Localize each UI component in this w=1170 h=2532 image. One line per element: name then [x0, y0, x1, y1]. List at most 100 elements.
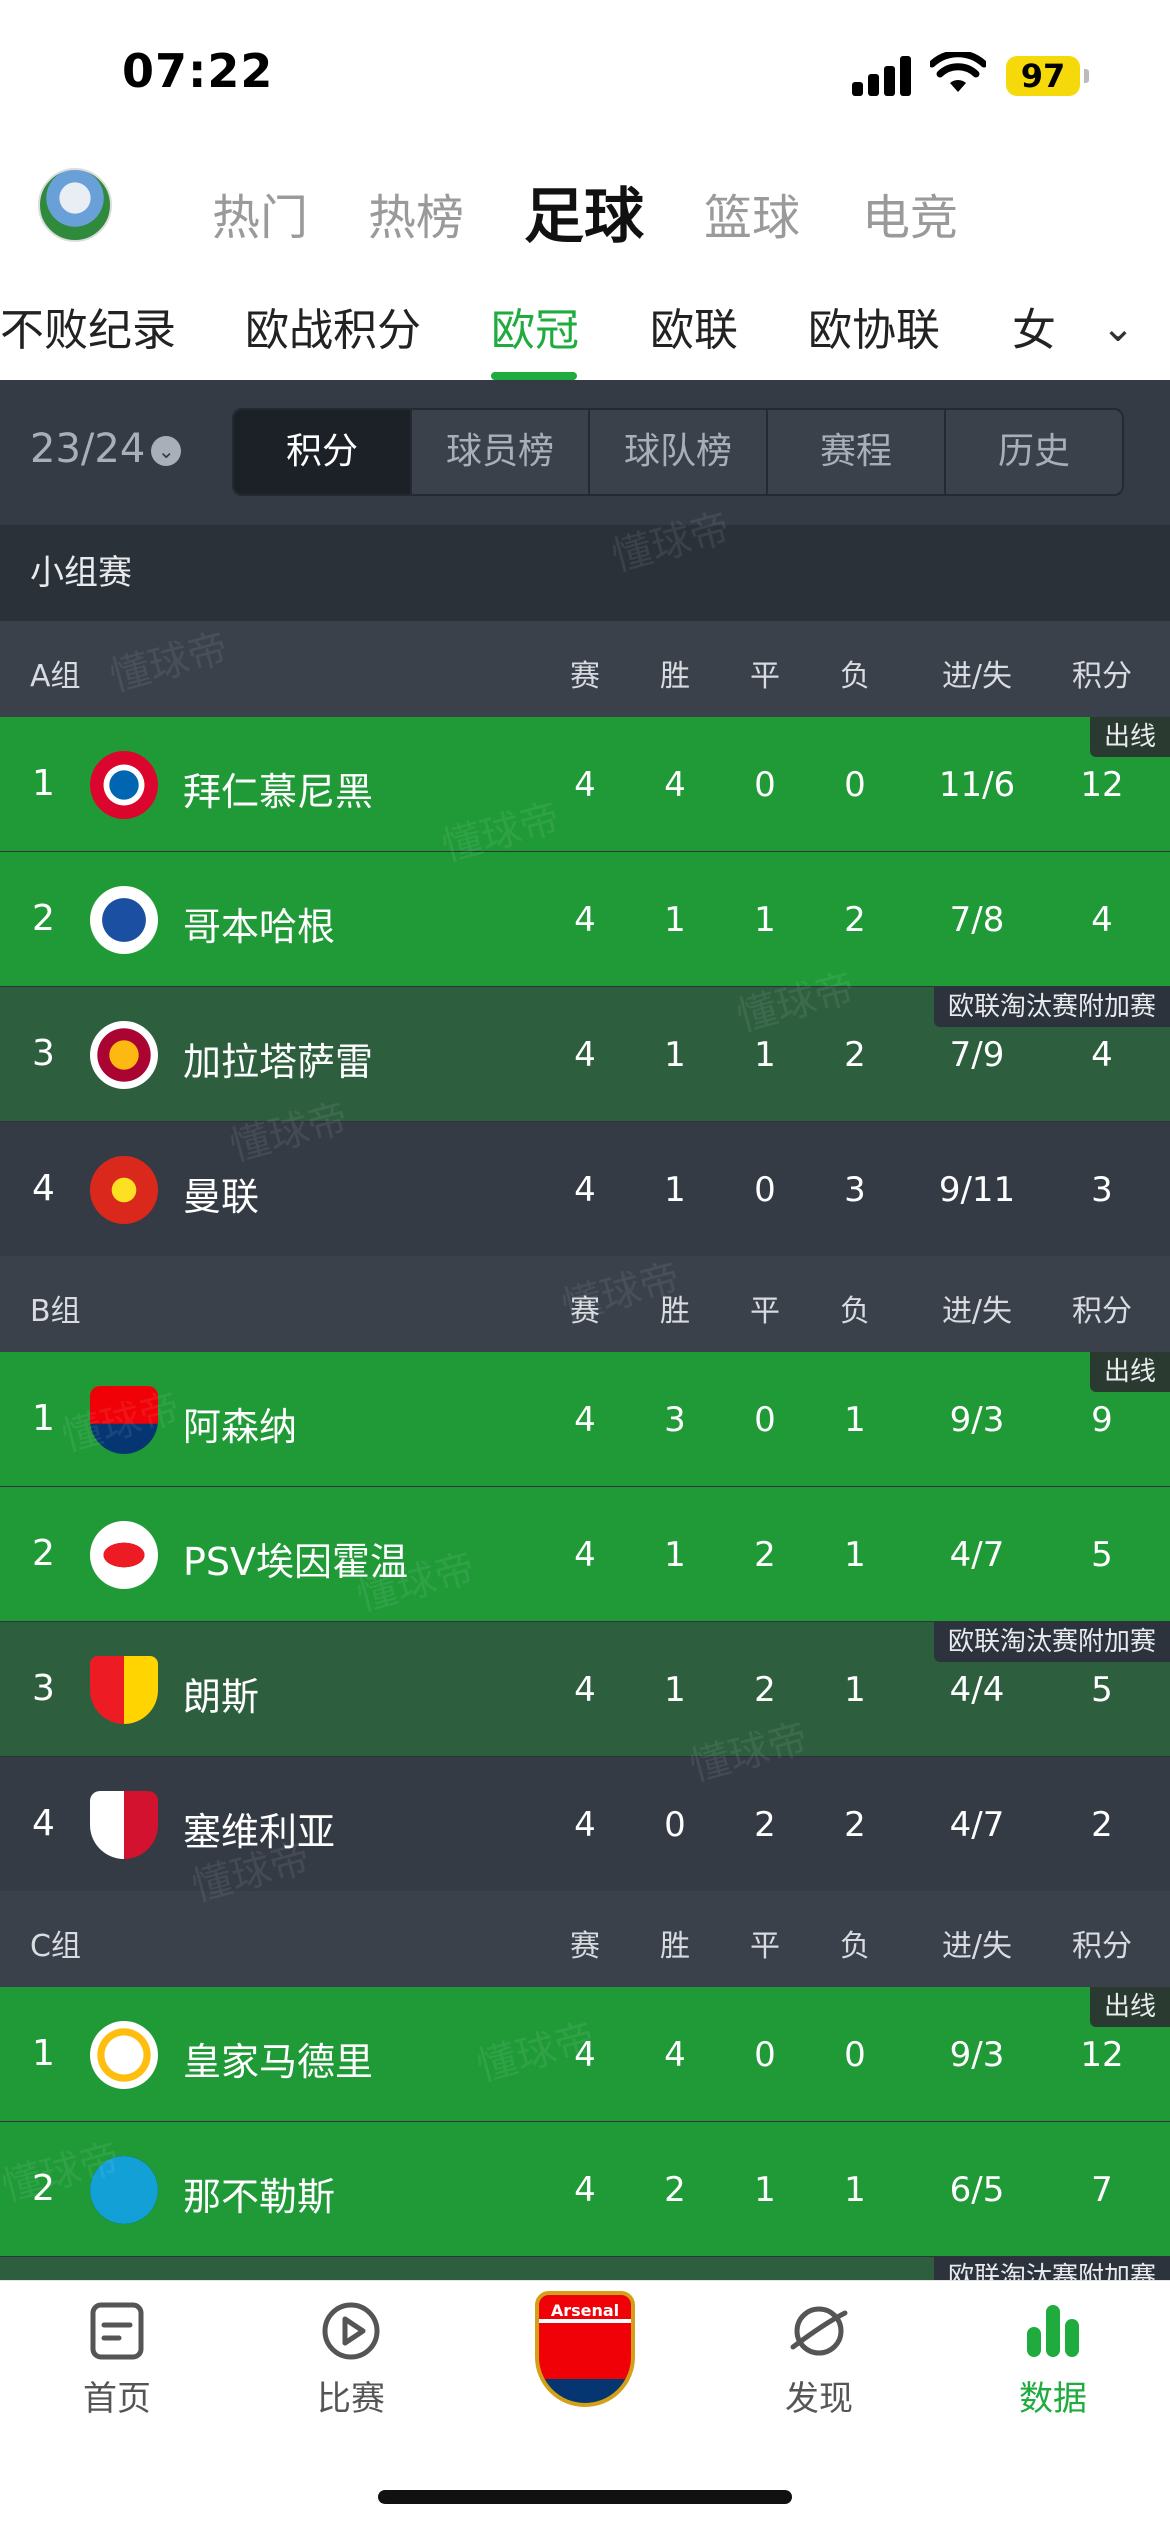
- team-name: 阿森纳: [183, 1405, 298, 1449]
- table-row[interactable]: 2 那不勒斯 4 2 1 1 6/5 7: [0, 2122, 1170, 2256]
- team-name: 加拉塔萨雷: [183, 1040, 374, 1084]
- stat-lost: 3: [844, 1170, 866, 1210]
- table-row[interactable]: 出线 1 拜仁慕尼黑 4 4 0 0 11/6 12: [0, 717, 1170, 851]
- stat-points: 2: [1091, 1805, 1113, 1845]
- standings-panel: 23/24 ⌄ 积分 球员榜 球队榜 赛程 历史 小组赛 A组 赛 胜 平 负 进…: [0, 380, 1170, 2280]
- tab-unbeaten-record[interactable]: 不败纪录: [0, 294, 176, 358]
- sevilla-crest-icon: [90, 1791, 158, 1859]
- galatasaray-crest-icon: [90, 1021, 158, 1089]
- cellular-signal-icon: [852, 56, 914, 96]
- tab-label: 数据: [1019, 2379, 1087, 2419]
- stat-lost: 1: [844, 1670, 866, 1710]
- tab-europa-league[interactable]: 欧联: [650, 294, 738, 358]
- col-goals: 进/失: [941, 659, 1013, 694]
- table-row[interactable]: 2 哥本哈根 4 1 1 2 7/8 4: [0, 852, 1170, 986]
- team-name: 曼联: [183, 1175, 260, 1219]
- stat-points: 4: [1091, 900, 1113, 940]
- stat-goals: 9/3: [949, 1400, 1005, 1440]
- stat-points: 5: [1091, 1670, 1113, 1710]
- tab-discover[interactable]: 发现: [754, 2301, 884, 2420]
- psv-crest-icon: [90, 1521, 158, 1589]
- tab-hot[interactable]: 热门: [212, 178, 308, 248]
- tab-european-coefficient[interactable]: 欧战积分: [245, 294, 421, 358]
- man-utd-crest-icon: [90, 1156, 158, 1224]
- team-rank: 4: [32, 1168, 55, 1209]
- status-time: 07:22: [122, 44, 274, 98]
- group-name: A组: [30, 659, 81, 694]
- season-selector[interactable]: 23/24 ⌄: [30, 426, 182, 472]
- stat-points: 5: [1091, 1535, 1113, 1575]
- team-rank: 1: [32, 1398, 55, 1439]
- filter-bar: 23/24 ⌄ 积分 球员榜 球队榜 赛程 历史: [0, 380, 1170, 525]
- tab-football[interactable]: 足球: [524, 168, 644, 255]
- bayern-crest-icon: [90, 751, 158, 819]
- bar-chart-icon: [1023, 2301, 1083, 2361]
- sport-tabs: 热门 热榜 足球 篮球 电竞: [0, 150, 1170, 260]
- segment-player-rankings[interactable]: 球员榜: [410, 410, 588, 494]
- tab-esports[interactable]: 电竞: [862, 178, 958, 248]
- stat-points: 12: [1080, 2035, 1124, 2075]
- team-name: 拜仁慕尼黑: [183, 770, 374, 814]
- chevron-down-icon[interactable]: ⌄: [1088, 298, 1148, 358]
- group-header: C组 赛 胜 平 负 进/失 积分: [0, 1891, 1170, 1987]
- user-avatar[interactable]: [38, 168, 112, 242]
- team-rank: 3: [32, 1668, 55, 1709]
- col-points: 积分: [1072, 1929, 1132, 1964]
- team-rank: 1: [32, 763, 55, 804]
- battery-indicator: 97: [1006, 56, 1089, 96]
- stat-goals: 9/11: [938, 1170, 1016, 1210]
- stat-points: 12: [1080, 765, 1124, 805]
- team-rank: 4: [32, 1803, 55, 1844]
- stat-points: 9: [1091, 1400, 1113, 1440]
- col-lost: 负: [840, 659, 870, 694]
- stat-goals: 4/7: [949, 1805, 1005, 1845]
- stat-points: 3: [1091, 1170, 1113, 1210]
- table-row[interactable]: 2 PSV埃因霍温 4 1 2 1 4/7 5: [0, 1487, 1170, 1621]
- discover-planet-icon: [789, 2301, 849, 2361]
- tab-matches[interactable]: 比赛: [286, 2301, 416, 2420]
- tab-label: 首页: [83, 2379, 151, 2419]
- stat-lost: 1: [844, 1535, 866, 1575]
- segment-history[interactable]: 历史: [944, 410, 1122, 494]
- club-badge-label: Arsenal: [550, 2301, 620, 2320]
- table-row[interactable]: 4 塞维利亚 4 0 2 2 4/7 2: [0, 1757, 1170, 1891]
- copenhagen-crest-icon: [90, 886, 158, 954]
- tab-womens[interactable]: 女: [1012, 294, 1056, 358]
- segment-team-rankings[interactable]: 球队榜: [588, 410, 766, 494]
- segment-standings[interactable]: 积分: [234, 410, 410, 494]
- team-rank: 2: [32, 1533, 55, 1574]
- table-row[interactable]: 4 曼联 4 1 0 3 9/11 3: [0, 1122, 1170, 1256]
- stat-lost: 0: [844, 2035, 866, 2075]
- tab-home[interactable]: 首页: [52, 2301, 182, 2420]
- stat-lost: 2: [844, 1035, 866, 1075]
- stat-goals: 7/9: [949, 1035, 1005, 1075]
- segment-schedule[interactable]: 赛程: [766, 410, 944, 494]
- tab-club-badge[interactable]: Arsenal: [520, 2291, 650, 2407]
- table-row[interactable]: 欧联淘汰赛附加赛 3 加拉塔萨雷 4 1 1 2 7/9 4: [0, 987, 1170, 1121]
- team-name: 那不勒斯: [183, 2175, 336, 2219]
- home-indicator[interactable]: [378, 2490, 792, 2504]
- home-page-icon: [87, 2301, 147, 2361]
- tab-basketball[interactable]: 篮球: [704, 178, 800, 248]
- stat-goals: 11/6: [938, 765, 1016, 805]
- stage-label: 小组赛: [0, 525, 1170, 621]
- col-goals: 进/失: [941, 1929, 1013, 1964]
- table-row[interactable]: 欧联淘汰赛附加赛: [0, 2257, 1170, 2280]
- col-lost: 负: [840, 1929, 870, 1964]
- tab-trending[interactable]: 热榜: [368, 178, 464, 248]
- col-points: 积分: [1072, 1294, 1132, 1329]
- stat-goals: 6/5: [949, 2170, 1005, 2210]
- tab-label: 比赛: [317, 2379, 385, 2419]
- play-icon: [321, 2301, 381, 2361]
- team-rank: 1: [32, 2033, 55, 2074]
- europa-playoff-tag: 欧联淘汰赛附加赛: [933, 987, 1170, 1027]
- team-name: 哥本哈根: [183, 905, 336, 949]
- tab-champions-league[interactable]: 欧冠: [491, 294, 579, 358]
- table-row[interactable]: 欧联淘汰赛附加赛 3 朗斯 4 1 2 1 4/4 5: [0, 1622, 1170, 1756]
- stat-goals: 4/7: [949, 1535, 1005, 1575]
- europa-playoff-tag: 欧联淘汰赛附加赛: [933, 2257, 1170, 2280]
- stat-lost: 1: [844, 1400, 866, 1440]
- tab-conference-league[interactable]: 欧协联: [808, 294, 940, 358]
- stat-goals: 7/8: [949, 900, 1005, 940]
- tab-data[interactable]: 数据: [988, 2301, 1118, 2420]
